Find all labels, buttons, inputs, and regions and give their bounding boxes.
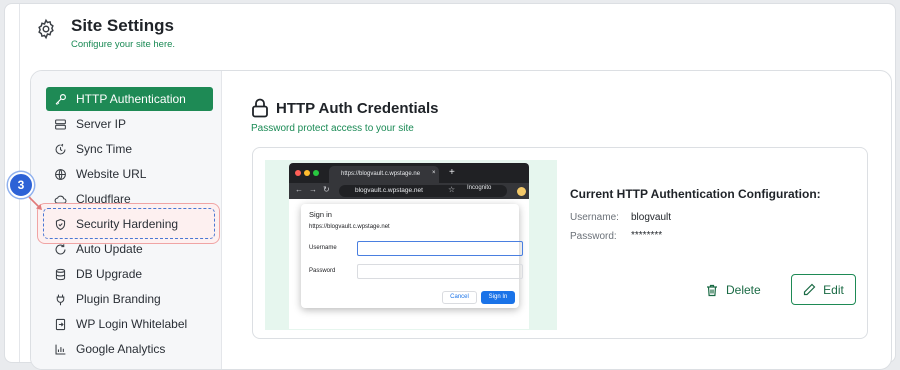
sidebar-item-auto-update[interactable]: Auto Update	[46, 237, 213, 261]
login-icon	[55, 318, 66, 330]
edit-button[interactable]: Edit	[791, 274, 856, 305]
username-label: Username	[309, 245, 337, 251]
new-tab-icon: +	[449, 167, 455, 178]
forward-icon: →	[309, 185, 317, 194]
server-icon	[55, 119, 66, 129]
chart-icon	[55, 344, 66, 354]
pointer-arrow-icon	[28, 196, 42, 210]
sidebar-item-label: Server IP	[76, 117, 127, 131]
database-icon	[55, 268, 66, 280]
sidebar-item-plugin-branding[interactable]: Plugin Branding	[46, 287, 213, 311]
delete-button[interactable]: Delete	[706, 276, 761, 304]
sidebar-item-wp-login-whitelabel[interactable]: WP Login Whitelabel	[46, 312, 213, 336]
signin-dialog: Sign in https://blogvault.c.wpstage.net …	[301, 204, 523, 308]
sidebar-item-google-analytics[interactable]: Google Analytics	[46, 337, 213, 361]
password-label: Password	[309, 268, 336, 274]
config-title: Current HTTP Authentication Configuratio…	[570, 187, 821, 201]
page-subtitle: Configure your site here.	[71, 39, 176, 50]
lock-icon	[252, 98, 268, 118]
globe-icon	[55, 168, 66, 180]
plug-icon	[56, 294, 65, 305]
key-icon	[55, 93, 66, 105]
sidebar-item-label: Website URL	[76, 167, 147, 181]
window-minimize-dot	[304, 170, 310, 176]
edit-label: Edit	[823, 282, 844, 297]
dialog-cancel-button: Cancel	[442, 291, 477, 304]
sidebar-item-label: Security Hardening	[76, 217, 179, 231]
section-subtitle: Password protect access to your site	[251, 123, 414, 134]
password-config-value: ********	[631, 230, 663, 241]
gear-icon	[38, 18, 54, 40]
password-config-label: Password:	[570, 231, 617, 242]
browser-tabbar: https://blogvault.c.wpstage.ne × +	[289, 163, 529, 183]
browser-tab: https://blogvault.c.wpstage.ne	[329, 166, 439, 183]
browser-mockup: https://blogvault.c.wpstage.ne × + ← → ↻…	[289, 163, 529, 329]
sidebar-item-label: Auto Update	[76, 242, 143, 256]
section-title: HTTP Auth Credentials	[276, 100, 439, 117]
reload-icon: ↻	[323, 185, 330, 194]
tab-close-icon: ×	[432, 170, 436, 176]
sidebar-item-label: WP Login Whitelabel	[76, 317, 188, 331]
username-config-value: blogvault	[631, 212, 672, 223]
sidebar-item-db-upgrade[interactable]: DB Upgrade	[46, 262, 213, 286]
trash-icon	[707, 284, 717, 296]
username-field	[357, 241, 523, 256]
step-badge: 3	[8, 172, 34, 198]
dialog-title: Sign in	[309, 210, 332, 219]
dialog-url: https://blogvault.c.wpstage.net	[309, 224, 390, 230]
profile-avatar	[517, 187, 526, 196]
sync-icon	[55, 143, 66, 154]
sidebar-item-label: Sync Time	[76, 142, 133, 156]
password-field	[357, 264, 523, 279]
page-title: Site Settings	[71, 16, 174, 35]
delete-label: Delete	[726, 283, 761, 297]
back-icon: ←	[295, 185, 303, 194]
window-close-dot	[295, 170, 301, 176]
sidebar-item-label: Google Analytics	[76, 342, 166, 356]
shield-icon	[55, 218, 66, 230]
sidebar-item-security-hardening[interactable]: Security Hardening	[46, 212, 212, 236]
sidebar-item-label: DB Upgrade	[76, 267, 143, 281]
sidebar-item-server-ip[interactable]: Server IP	[46, 112, 213, 136]
refresh-icon	[55, 243, 66, 255]
bookmark-star-icon: ☆	[448, 185, 456, 194]
sidebar-item-website-url[interactable]: Website URL	[46, 162, 213, 186]
sidebar-item-sync-time[interactable]: Sync Time	[46, 137, 213, 161]
dialog-signin-button: Sign In	[481, 291, 515, 304]
incognito-label: Incognito	[467, 185, 492, 191]
sidebar-item-http-authentication[interactable]: HTTP Authentication	[46, 87, 213, 111]
window-maximize-dot	[313, 170, 319, 176]
pencil-icon	[804, 283, 816, 296]
url-text: blogvault.c.wpstage.net	[355, 187, 423, 194]
sidebar-item-label: HTTP Authentication	[76, 92, 186, 106]
sidebar-item-label: Plugin Branding	[76, 292, 161, 306]
username-config-label: Username:	[570, 212, 619, 223]
